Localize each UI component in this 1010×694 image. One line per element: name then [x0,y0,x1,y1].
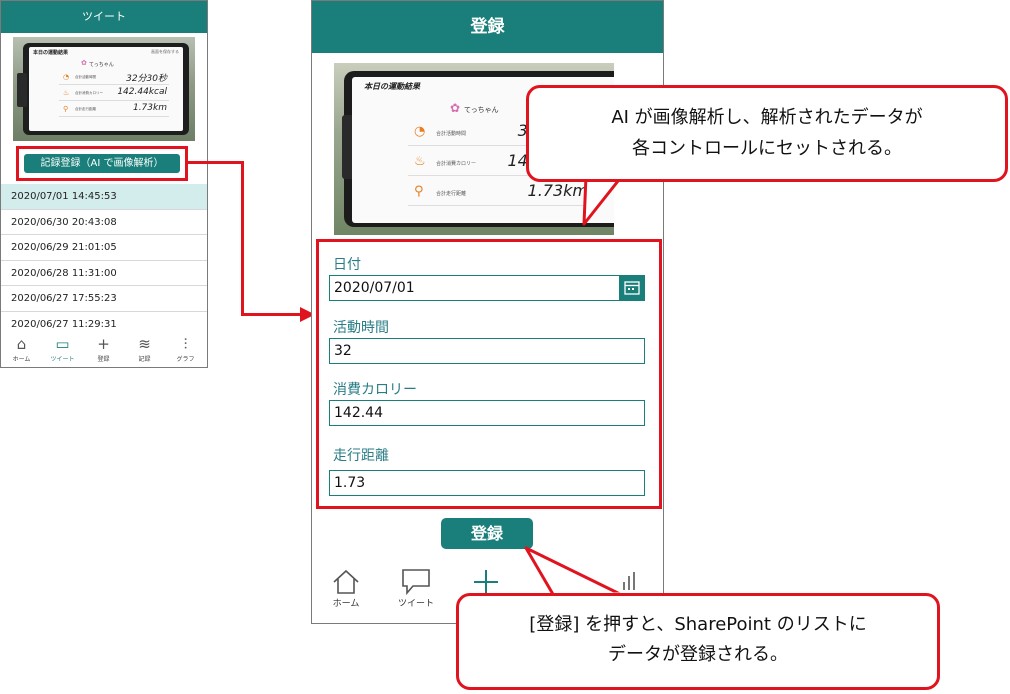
list-item[interactable]: 2020/06/30 20:43:08 [1,210,207,235]
callout-bottom-pointer [524,546,626,598]
metric-row: ⚲ 合計走行距離 1.73km [59,103,169,117]
metric-label: 合計活動時間 [436,131,467,137]
tablet-case-tab [17,73,27,107]
screen-user-name: てっちゃん [464,106,499,114]
plus-icon [456,566,516,596]
metric-label: 合計活動時間 [75,75,96,79]
callout-text: データが登録される。 [608,644,788,665]
list-item[interactable]: 2020/06/29 21:01:05 [1,235,207,261]
chat-icon: ▭ [55,335,70,353]
screen-corner-label: 画面を保存する [151,49,179,54]
screen-title: 本日の運動結果 [33,50,69,56]
callout-top-pointer [582,176,624,226]
nav-label: ホーム [12,356,31,363]
time-input[interactable]: 32 [329,338,645,364]
calendar-button[interactable] [619,275,645,301]
metric-label: 合計消費カロリー [75,91,103,95]
left-result-photo: 本日の運動結果 画面を保存する ✿ てっちゃん ◔ 合計活動時間 32分30秒 … [13,37,195,141]
left-phone-screen: ツイート 本日の運動結果 画面を保存する ✿ てっちゃん ◔ 合計活動時間 32… [0,0,208,368]
date-field[interactable]: 2020/07/01 [329,275,645,301]
calorie-label: 消費カロリー [333,382,417,398]
nav-tweet[interactable]: ツイート [386,566,446,609]
database-icon: ≋ [138,335,151,353]
date-label: 日付 [333,257,361,273]
metric-value: 1.73km [132,103,167,113]
connector-line [241,313,305,316]
metric-row: ◔ 合計活動時間 32分30秒 [59,71,169,85]
metric-label: 合計消費カロリー [436,161,477,167]
ai-register-button[interactable]: 記録登録（AI で画像解析） [24,154,180,173]
register-button[interactable]: 登録 [441,518,533,549]
home-icon: ⌂ [16,335,27,353]
list-item[interactable]: 2020/06/28 11:31:00 [1,261,207,286]
plus-icon: + [97,335,110,353]
chart-icon: ⫶ [183,335,188,353]
nav-home[interactable]: ⌂ ホーム [1,334,42,363]
calendar-icon [624,281,640,295]
flame-icon: ♨ [63,89,70,97]
nav-graph[interactable]: ⫶ グラフ [165,334,206,363]
connector-line [241,161,244,315]
right-header-title: 登録 [312,1,663,53]
nav-home[interactable]: ホーム [316,566,376,609]
nav-label: 記録 [138,356,151,363]
nav-label: ツイート [50,356,75,363]
distance-label: 走行距離 [333,448,389,464]
metric-value: 32分30秒 [126,74,167,84]
tablet-screen: 本日の運動結果 画面を保存する ✿ てっちゃん ◔ 合計活動時間 32分30秒 … [29,47,183,131]
distance-input[interactable]: 1.73 [329,470,645,496]
record-list: 2020/07/01 14:45:53 2020/06/30 20:43:08 … [1,184,207,337]
screen-user-name: てっちゃん [89,62,114,68]
nav-label: ホーム [332,599,360,609]
flame-icon: ♨ [414,154,426,169]
runner-icon: ⚲ [63,105,69,113]
avatar-icon: ✿ [450,101,461,115]
metric-value: 142.44kcal [117,87,167,97]
runner-icon: ⚲ [414,184,424,199]
nav-tweet[interactable]: ▭ ツイート [42,334,83,363]
register-button-highlight: 記録登録（AI で画像解析） [16,146,188,181]
callout-text: AI が画像解析し、解析されたデータが [611,107,923,128]
callout-text: [登録] を押すと、SharePoint のリストに [529,614,867,635]
nav-records[interactable]: ≋ 記録 [124,334,165,363]
connector-line [187,161,243,164]
left-header-title: ツイート [1,1,207,33]
nav-register[interactable]: + 登録 [83,334,124,363]
nav-register[interactable] [456,566,516,596]
left-bottom-nav: ⌂ ホーム ▭ ツイート + 登録 ≋ 記録 ⫶ グラフ [1,334,207,367]
metric-row: ♨ 合計消費カロリー 142.44kcal [59,87,169,101]
date-value: 2020/07/01 [334,280,415,296]
metric-label: 合計走行距離 [75,107,96,111]
time-label: 活動時間 [333,320,389,336]
metric-row: ⚲ 合計走行距離 1.73km [408,181,598,206]
screen-title: 本日の運動結果 [364,82,420,91]
callout-ai-analysis: AI が画像解析し、解析されたデータが 各コントロールにセットされる。 [526,85,1008,182]
stopwatch-icon: ◔ [63,73,70,81]
chat-icon [386,566,446,596]
metric-value: 1.73km [527,181,588,200]
metric-label: 合計走行距離 [436,191,467,197]
home-icon [316,566,376,596]
nav-label: 登録 [97,356,110,363]
form-highlight: 日付 2020/07/01 活動時間 32 消費カロリー 142.44 走行距離… [316,239,662,509]
calorie-input[interactable]: 142.44 [329,400,645,426]
nav-label: ツイート [397,599,434,609]
callout-register: [登録] を押すと、SharePoint のリストに データが登録される。 [456,593,940,690]
list-item[interactable]: 2020/06/27 17:55:23 [1,286,207,312]
stopwatch-icon: ◔ [414,124,426,139]
nav-label: グラフ [176,356,195,363]
list-item[interactable]: 2020/07/01 14:45:53 [1,184,207,210]
avatar-icon: ✿ [81,59,87,67]
callout-text: 各コントロールにセットされる。 [632,138,902,159]
